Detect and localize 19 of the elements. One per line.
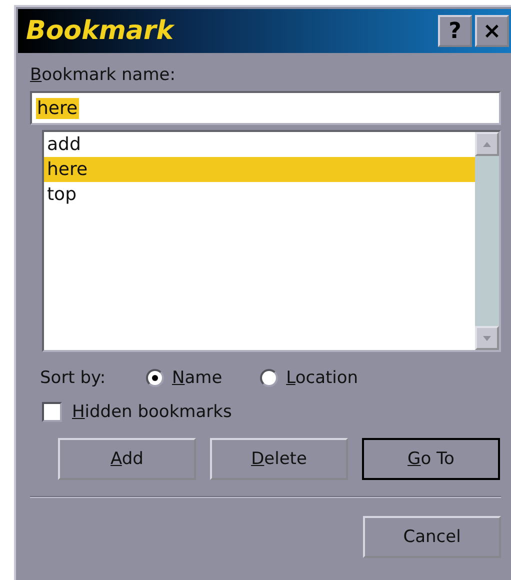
radio-label[interactable]: Location <box>286 368 358 388</box>
cancel-button[interactable]: Cancel <box>363 516 501 558</box>
close-button[interactable]: × <box>475 15 509 47</box>
checkbox-label[interactable]: Hidden bookmarks <box>72 402 232 422</box>
list-item[interactable]: top <box>44 182 475 207</box>
action-button[interactable]: Add <box>58 438 196 480</box>
window-title: Bookmark <box>26 16 176 46</box>
sort-label: Sort by: <box>40 368 107 388</box>
help-button[interactable]: ? <box>438 15 472 47</box>
action-button[interactable]: Go To <box>362 438 500 480</box>
list-item[interactable]: add <box>44 132 475 157</box>
radio-label[interactable]: Name <box>172 368 222 388</box>
radio-button[interactable] <box>260 369 278 387</box>
radio-button[interactable] <box>146 369 164 387</box>
checkbox[interactable] <box>42 402 62 422</box>
bookmark-name-field[interactable]: here <box>30 91 501 125</box>
field-label: Bookmark name: <box>30 65 176 85</box>
action-button[interactable]: Delete <box>210 438 348 480</box>
list-item[interactable]: here <box>44 157 475 182</box>
